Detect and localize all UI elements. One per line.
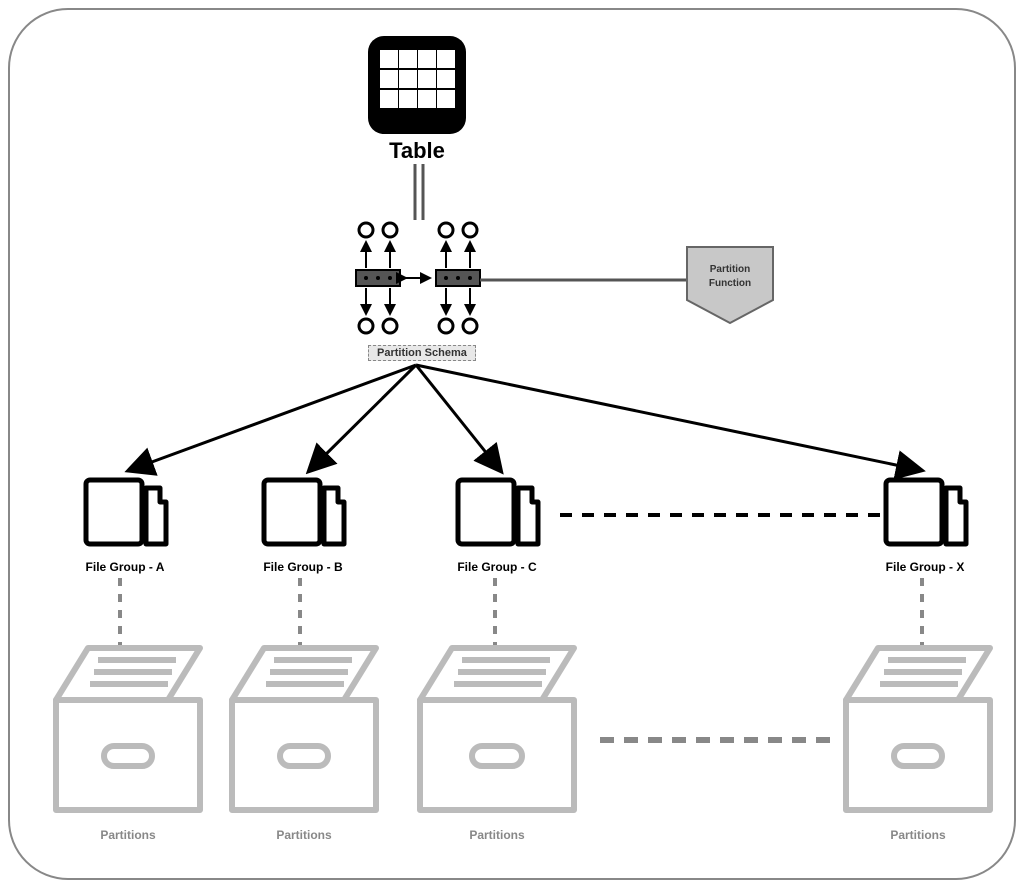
partition-drawer-2-icon [224, 640, 384, 820]
partition-label-4: Partitions [838, 828, 998, 842]
diagram-canvas: Table [0, 0, 1024, 888]
partition-ellipsis [600, 735, 830, 745]
partition-label-3: Partitions [412, 828, 582, 842]
partition-label-2: Partitions [224, 828, 384, 842]
partition-drawer-4-icon [838, 640, 998, 820]
partition-drawer-1-icon [48, 640, 208, 820]
partition-drawer-3-icon [412, 640, 582, 820]
partition-label-1: Partitions [48, 828, 208, 842]
